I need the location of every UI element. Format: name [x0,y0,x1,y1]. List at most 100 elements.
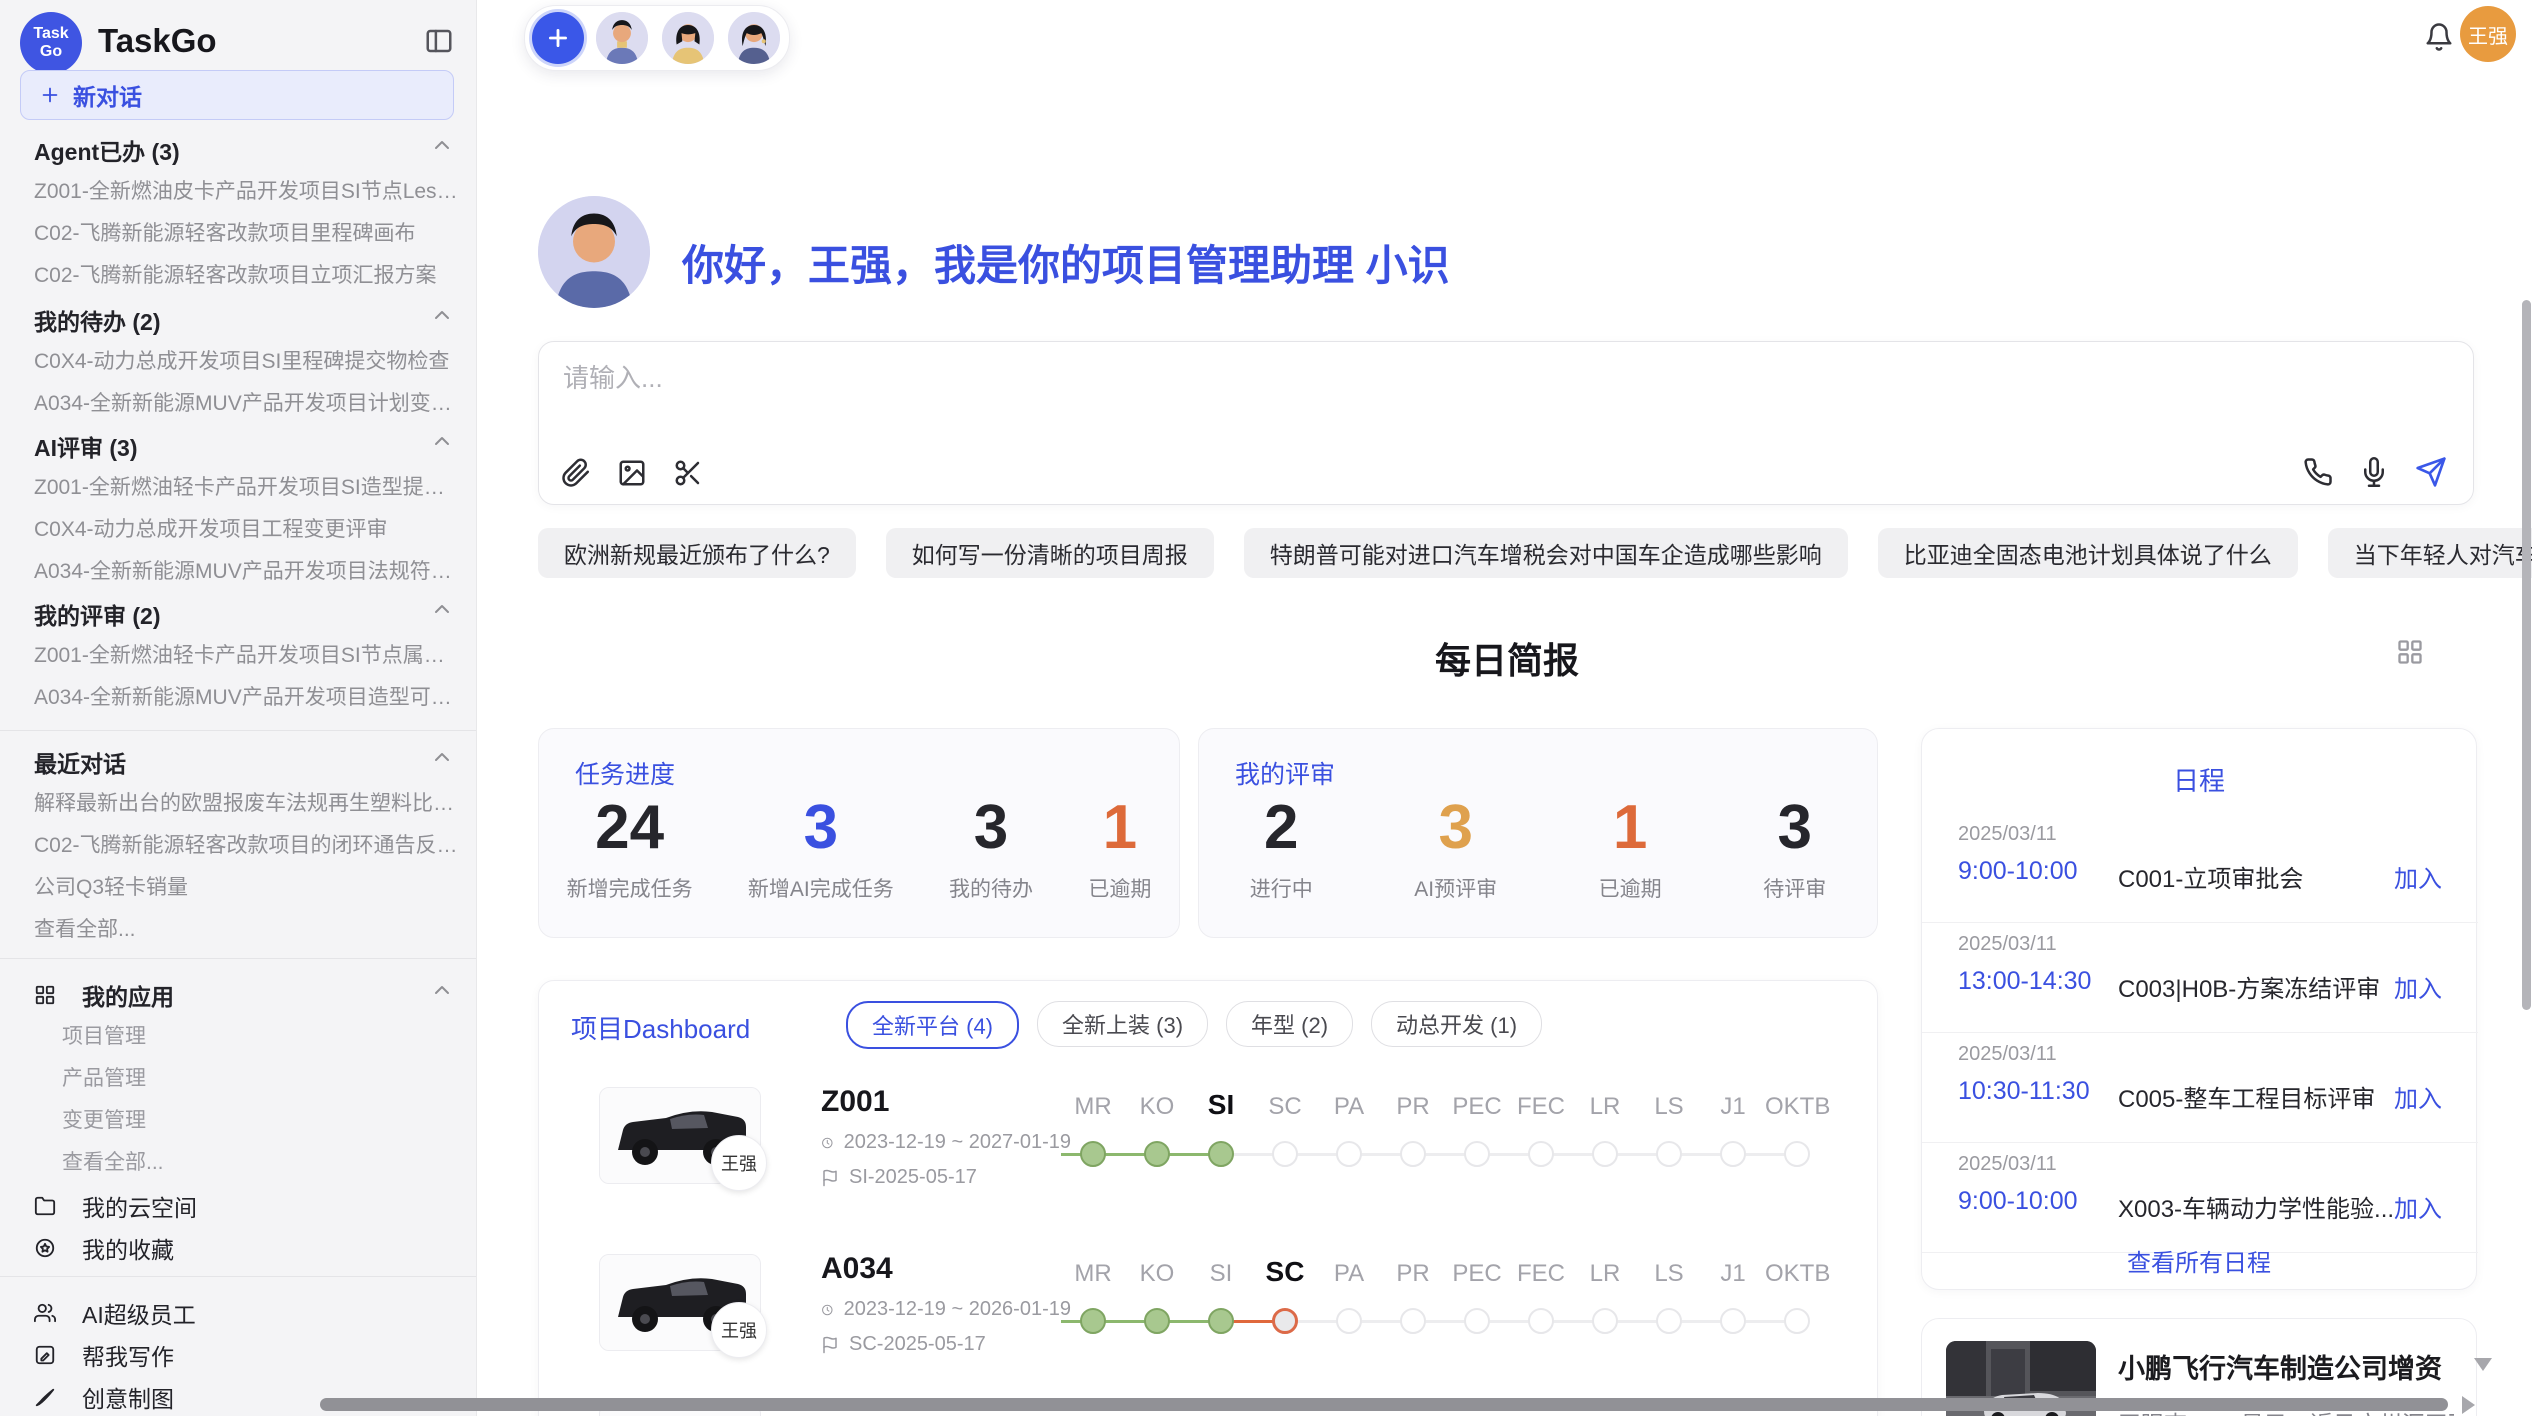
project-dates: 2023-12-19 ~ 2026-01-19 [844,1298,1071,1321]
join-meeting-link[interactable]: 加入 [2394,1079,2442,1114]
chevron-up-icon[interactable] [430,745,454,769]
agent-avatar-3[interactable] [726,10,782,66]
schedule-time: 9:00-10:00 [1958,1187,2078,1216]
clock-icon [821,1301,834,1319]
schedule-meeting-title: C003|H0B-方案冻结评审 [2118,969,2380,1004]
new-chat-button[interactable]: 新对话 [20,70,454,120]
app-item-product-mgmt[interactable]: 产品管理 [62,1062,458,1092]
filter-powertrain[interactable]: 动总开发 (1) [1371,1001,1542,1047]
sidebar-item[interactable]: C02-飞腾新能源轻客改款项目立项汇报方案 [34,259,458,289]
join-meeting-link[interactable]: 加入 [2394,859,2442,894]
metric-in-progress: 2 进行中 [1250,793,1313,903]
suggestion-chip[interactable]: 欧洲新规最近颁布了什么? [538,528,856,578]
chevron-up-icon[interactable] [430,303,454,327]
recent-chat-item[interactable]: C02-飞腾新能源轻客改款项目的闭环通告反馈情况 [34,829,458,859]
join-meeting-link[interactable]: 加入 [2394,1189,2442,1224]
suggestion-chip[interactable]: 如何写一份清晰的项目周报 [886,528,1214,578]
sidebar-item[interactable]: Z001-全新燃油皮卡产品开发项目SI节点Lesson Learn报告 [34,175,458,205]
send-icon[interactable] [2415,456,2447,488]
section-ai-review[interactable]: AI评审 (3) [34,429,434,463]
clock-icon [821,1134,834,1152]
microphone-icon[interactable] [2359,457,2389,487]
schedule-time: 13:00-14:30 [1958,967,2091,996]
chevron-up-icon[interactable] [430,978,454,1002]
collapse-sidebar-icon[interactable] [424,26,454,56]
schedule-item: 2025/03/11 10:30-11:30 C005-整车工程目标评审 加入 [1922,1033,2478,1143]
sidebar-item[interactable]: C0X4-动力总成开发项目工程变更评审 [34,513,458,543]
sidebar-item-ai-staff[interactable]: AI超级员工 [34,1296,458,1330]
layout-grid-icon[interactable] [2396,638,2424,666]
join-meeting-link[interactable]: 加入 [2394,969,2442,1004]
creative-draw-label: 创意制图 [82,1380,174,1414]
project-row[interactable]: 王强 Z001 2023-12-19 ~ 2027-01-19 SI-2025-… [599,1079,1859,1229]
suggestion-chip[interactable]: 当下年轻人对汽车外观有怎样的喜好趋势 [2328,528,2532,578]
chat-input[interactable] [561,356,2165,440]
scroll-right-arrow[interactable] [2462,1396,2475,1414]
schedule-time: 9:00-10:00 [1958,857,2078,886]
view-all-chats[interactable]: 查看全部... [34,913,458,943]
schedule-date: 2025/03/11 [1958,1043,2057,1066]
horizontal-scrollbar[interactable] [320,1398,2448,1411]
attach-file-icon[interactable] [561,458,591,488]
app-logo: Task Go [20,12,82,74]
project-code: Z001 [821,1085,1071,1119]
agent-switcher [524,5,790,71]
project-row[interactable]: 王强 A034 2023-12-19 ~ 2026-01-19 SC-2025-… [599,1246,1859,1396]
plus-icon [39,84,61,106]
filter-new-body[interactable]: 全新上装 (3) [1037,1001,1208,1047]
scroll-down-arrow[interactable] [2474,1358,2492,1371]
view-all-schedule-link[interactable]: 查看所有日程 [1922,1243,2476,1278]
project-owner-badge: 王强 [711,1302,767,1358]
schedule-item: 2025/03/11 9:00-10:00 X003-车辆动力学性能验... 加… [1922,1143,2478,1253]
filter-year-model[interactable]: 年型 (2) [1226,1001,1353,1047]
sidebar-item-cloud-space[interactable]: 我的云空间 [34,1189,458,1223]
star-icon [34,1237,56,1259]
project-dates: 2023-12-19 ~ 2027-01-19 [844,1131,1071,1154]
favorites-label: 我的收藏 [82,1231,174,1265]
assistant-avatar [538,196,650,308]
schedule-item: 2025/03/11 9:00-10:00 C001-立项审批会 加入 [1922,813,2478,923]
sidebar-item[interactable]: C0X4-动力总成开发项目SI里程碑提交物检查 [34,345,458,375]
sidebar-item[interactable]: A034-全新新能源MUV产品开发项目造型可行性评审 [34,681,458,711]
sidebar-item[interactable]: C02-飞腾新能源轻客改款项目里程碑画布 [34,217,458,247]
sidebar-item-help-write[interactable]: 帮我写作 [34,1338,458,1372]
schedule-meeting-title: C005-整车工程目标评审 [2118,1079,2375,1114]
section-my-todo[interactable]: 我的待办 (2) [34,303,434,337]
suggestion-chip[interactable]: 特朗普可能对进口汽车增税会对中国车企造成哪些影响 [1244,528,1848,578]
suggestion-chip[interactable]: 比亚迪全固态电池计划具体说了什么 [1878,528,2298,578]
section-recent-chats[interactable]: 最近对话 [34,745,434,779]
section-my-review[interactable]: 我的评审 (2) [34,597,434,631]
metric-pending-review: 3 待评审 [1763,793,1826,903]
sidebar-item-my-apps[interactable]: 我的应用 [34,978,458,1012]
recent-chat-item[interactable]: 公司Q3轻卡销量 [34,871,458,901]
vertical-scrollbar[interactable] [2522,300,2531,1010]
chevron-up-icon[interactable] [430,597,454,621]
view-all-apps[interactable]: 查看全部... [62,1146,458,1176]
user-avatar[interactable]: 王强 [2460,6,2516,62]
voice-call-icon[interactable] [2303,457,2333,487]
add-agent-button[interactable] [532,12,584,64]
sidebar-item[interactable]: A034-全新新能源MUV产品开发项目法规符合性评审 [34,555,458,585]
ai-staff-label: AI超级员工 [82,1296,196,1330]
recent-chat-item[interactable]: 解释最新出台的欧盟报废车法规再生塑料比例被调至15%... [34,787,458,817]
agent-avatar-2[interactable] [660,10,716,66]
chevron-up-icon[interactable] [430,133,454,157]
filter-new-platform[interactable]: 全新平台 (4) [846,1001,1019,1049]
screenshot-scissors-icon[interactable] [673,458,703,488]
sidebar-item[interactable]: Z001-全新燃油轻卡产品开发项目SI造型提交物评审 [34,471,458,501]
app-item-project-mgmt[interactable]: 项目管理 [62,1020,458,1050]
sidebar-item[interactable]: A034-全新新能源MUV产品开发项目计划变更表编写 [34,387,458,417]
sidebar-item[interactable]: Z001-全新燃油轻卡产品开发项目SI节点属性5D文件评审 [34,639,458,669]
notifications-bell-icon[interactable] [2424,22,2454,52]
project-info: Z001 2023-12-19 ~ 2027-01-19 SI-2025-05-… [821,1085,1071,1189]
section-agent-done[interactable]: Agent已办 (3) [34,133,434,167]
chevron-up-icon[interactable] [430,429,454,453]
app-item-change-mgmt[interactable]: 变更管理 [62,1104,458,1134]
insert-image-icon[interactable] [617,458,647,488]
my-review-card: 我的评审 2 进行中 3 AI预评审 1 已逾期 3 待评审 [1198,728,1878,938]
agent-avatar-1[interactable] [594,10,650,66]
schedule-time: 10:30-11:30 [1958,1077,2090,1106]
schedule-item: 2025/03/11 13:00-14:30 C003|H0B-方案冻结评审 加… [1922,923,2478,1033]
logo-text-top: Task [33,25,68,43]
sidebar-item-favorites[interactable]: 我的收藏 [34,1231,458,1265]
